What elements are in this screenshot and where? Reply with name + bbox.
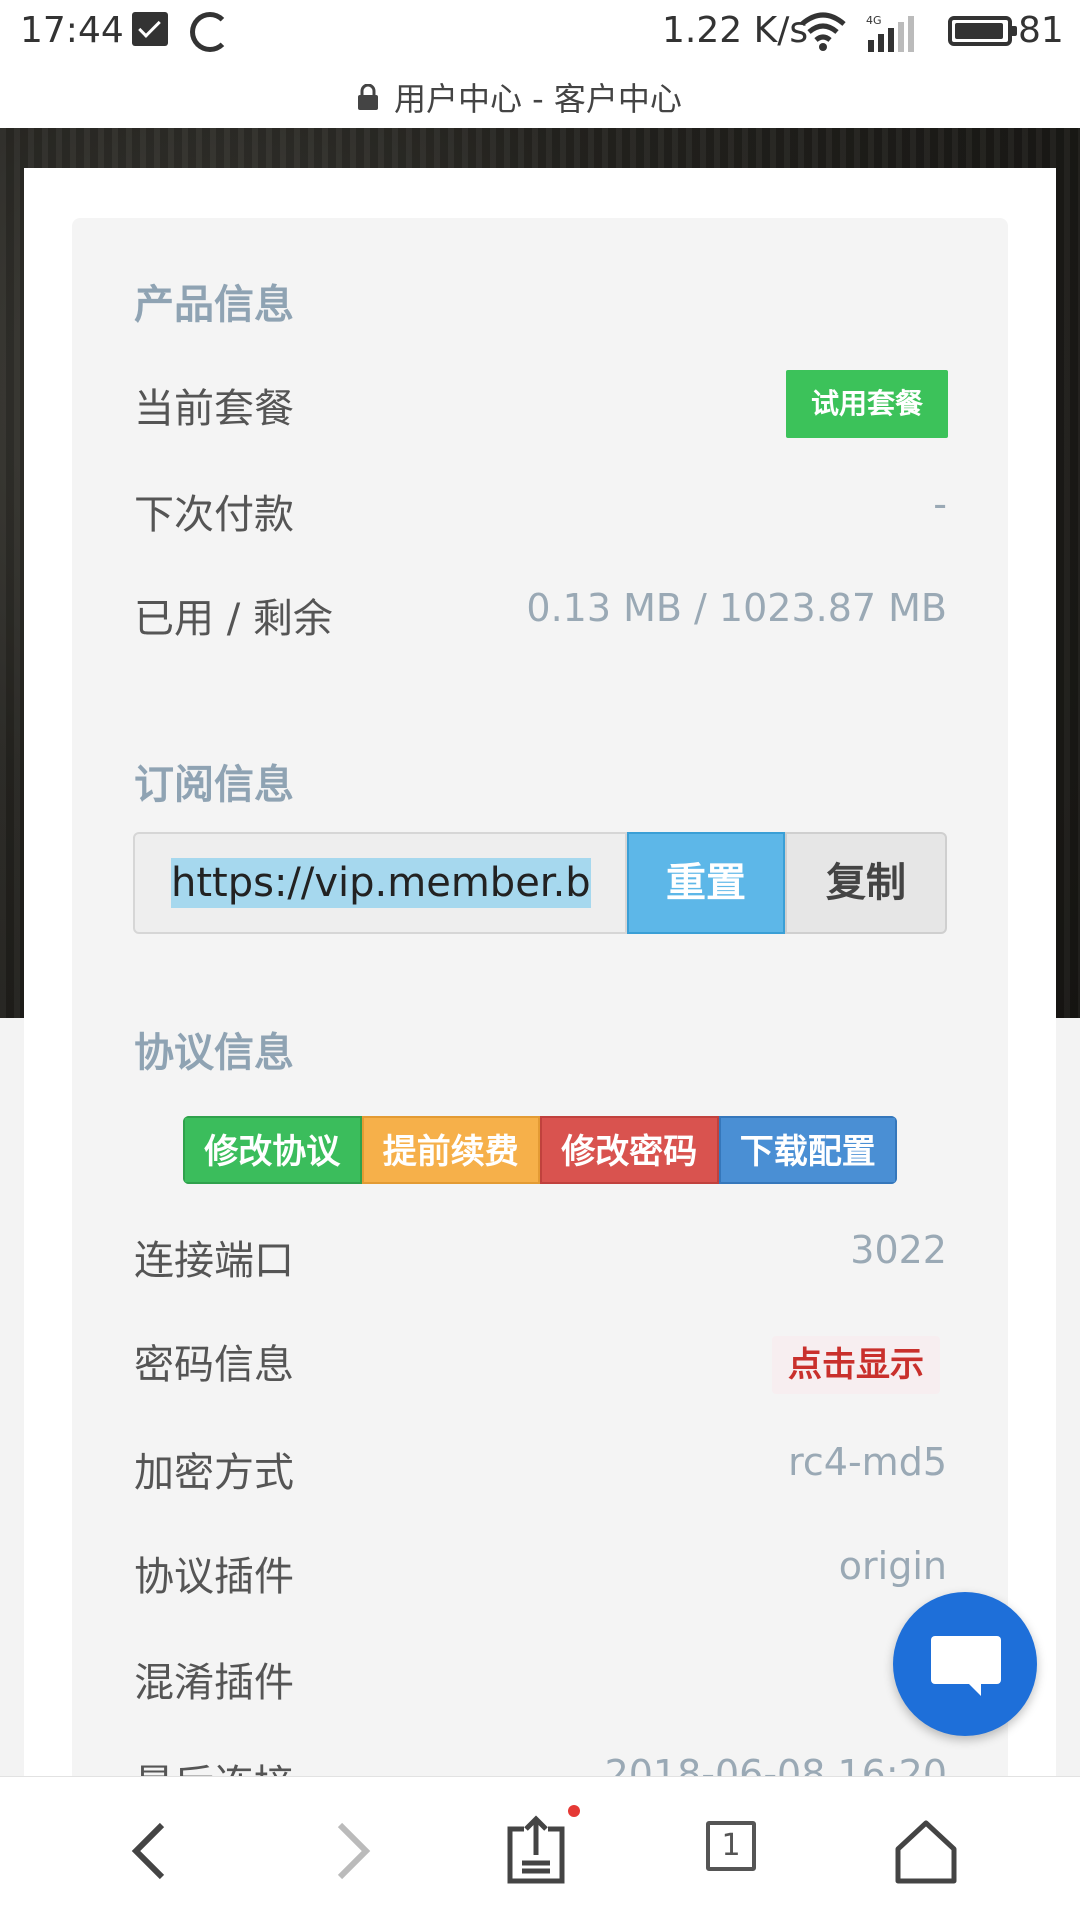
modify-protocol-button[interactable]: 修改协议 — [183, 1116, 362, 1184]
row-label-usage: 已用 / 剩余 — [134, 596, 333, 642]
product-info-title: 产品信息 — [134, 282, 294, 328]
chat-button[interactable] — [893, 1592, 1037, 1736]
protocol-plugin-value: origin — [838, 1544, 947, 1588]
protocol-title: 协议信息 — [134, 1030, 294, 1076]
protocol-button-group: 修改协议 提前续费 修改密码 下载配置 — [183, 1116, 897, 1184]
mail-icon — [132, 12, 168, 46]
subscription-input-group: https://vip.member.biv 重置 复制 — [133, 832, 947, 934]
browser-title-bar[interactable]: 用户中心 - 客户中心 — [0, 66, 1080, 129]
port-value: 3022 — [850, 1228, 947, 1272]
row-label-plan: 当前套餐 — [134, 386, 294, 432]
page-title: 用户中心 - 客户中心 — [394, 80, 682, 118]
subscription-url-field[interactable]: https://vip.member.biv — [133, 832, 627, 934]
status-time: 17:44 — [20, 10, 124, 51]
signal-icon: 4G — [866, 14, 914, 52]
battery-level: 81 — [1018, 10, 1064, 51]
battery-icon — [948, 16, 1017, 46]
share-notification-dot — [568, 1805, 580, 1817]
wifi-icon — [800, 12, 846, 51]
chat-icon — [931, 1636, 1001, 1696]
browser-bottom-nav: 1 — [0, 1776, 1080, 1921]
row-label-port: 连接端口 — [134, 1238, 294, 1284]
sync-icon — [190, 12, 230, 52]
share-icon[interactable] — [496, 1811, 576, 1891]
back-icon[interactable] — [112, 1811, 192, 1891]
row-label-password: 密码信息 — [134, 1342, 294, 1388]
subscription-title: 订阅信息 — [134, 762, 294, 808]
row-label-encryption: 加密方式 — [134, 1450, 294, 1496]
renew-early-button[interactable]: 提前续费 — [361, 1116, 540, 1184]
copy-button[interactable]: 复制 — [785, 832, 947, 934]
row-label-protocol-plugin: 协议插件 — [134, 1554, 294, 1600]
tab-count[interactable]: 1 — [706, 1821, 756, 1871]
subscription-url-text: https://vip.member.biv — [171, 858, 591, 908]
row-label-obfs-plugin: 混淆插件 — [134, 1660, 294, 1706]
encryption-value: rc4-md5 — [788, 1440, 947, 1484]
next-payment-value: - — [933, 482, 947, 526]
row-label-next-payment: 下次付款 — [134, 492, 294, 538]
status-bar: 17:44 1.22 K/s 4G 81 — [0, 0, 1080, 66]
show-password-button[interactable]: 点击显示 — [772, 1336, 940, 1394]
home-icon[interactable] — [886, 1811, 966, 1891]
download-config-button[interactable]: 下载配置 — [718, 1116, 897, 1184]
network-type: 4G — [866, 14, 882, 27]
forward-icon[interactable] — [310, 1811, 390, 1891]
network-speed: 1.22 K/s — [662, 10, 809, 51]
usage-value: 0.13 MB / 1023.87 MB — [526, 586, 947, 630]
reset-button[interactable]: 重置 — [627, 832, 785, 934]
lock-icon — [358, 84, 378, 110]
change-password-button[interactable]: 修改密码 — [540, 1116, 719, 1184]
plan-badge: 试用套餐 — [786, 370, 948, 438]
